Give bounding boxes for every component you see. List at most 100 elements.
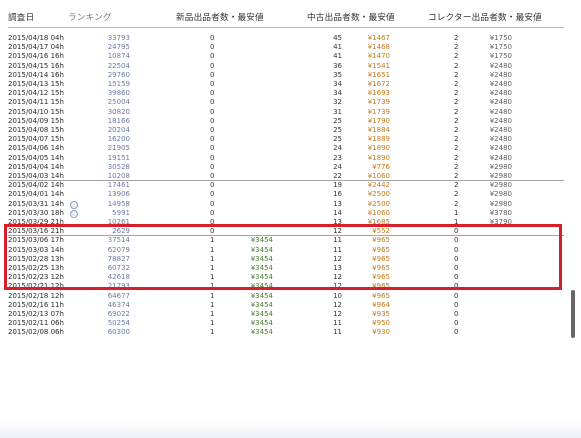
- used-sellers-count-cell: 14: [333, 208, 342, 217]
- date-cell: 2015/04/09 15h: [8, 116, 64, 125]
- date-cell: 2015/04/11 15h: [8, 98, 64, 107]
- table-row: 2015/04/14 16h 29760 0 35 ¥1651 2 ¥2480: [0, 71, 581, 80]
- ranking-cell: 10208: [107, 172, 130, 180]
- new-sellers-count-cell: 0: [210, 52, 215, 61]
- new-sellers-count-cell: 1: [210, 291, 215, 300]
- collector-lowest-price-cell: ¥2480: [489, 153, 512, 162]
- header-used-sellers[interactable]: 中古出品者数・最安値: [307, 11, 395, 23]
- new-lowest-price-cell: ¥3454: [250, 254, 273, 263]
- collector-sellers-count-cell: 2: [454, 89, 459, 98]
- ranking-cell: 78827: [107, 254, 130, 263]
- used-sellers-count-cell: 11: [333, 319, 342, 328]
- table-row: 2015/02/25 13h 60732 1 ¥3454 13 ¥965 0: [0, 264, 581, 273]
- used-lowest-price-cell: ¥1889: [367, 135, 390, 144]
- used-sellers-count-cell: 25: [333, 116, 342, 125]
- used-lowest-price-cell: ¥1541: [367, 61, 390, 70]
- used-lowest-price-cell: ¥1685: [367, 218, 390, 226]
- date-cell: 2015/02/08 06h: [8, 328, 64, 337]
- collector-sellers-count-cell: 0: [454, 254, 459, 263]
- collector-lowest-price-cell: ¥2480: [489, 144, 512, 153]
- used-sellers-count-cell: 13: [333, 218, 342, 226]
- collector-lowest-price-cell: ¥3790: [489, 218, 512, 226]
- ranking-cell: 14958: [107, 199, 130, 208]
- new-sellers-count-cell: 0: [210, 153, 215, 162]
- new-sellers-count-cell: 0: [210, 135, 215, 144]
- date-cell: 2015/02/28 13h: [8, 254, 64, 263]
- new-sellers-count-cell: 0: [210, 116, 215, 125]
- used-sellers-count-cell: 16: [333, 190, 342, 199]
- date-cell: 2015/04/01 14h: [8, 190, 64, 199]
- new-lowest-price-cell: ¥3454: [250, 282, 273, 291]
- table-row: 2015/04/08 15h 20204 0 25 ¥1884 2 ¥2480: [0, 126, 581, 135]
- used-sellers-count-cell: 12: [333, 300, 342, 309]
- table-row: 2015/04/12 15h 39860 0 34 ¥1693 2 ¥2480: [0, 89, 581, 98]
- header-date[interactable]: 調査日: [8, 11, 34, 23]
- date-cell: 2015/04/17 04h: [8, 43, 64, 52]
- collector-lowest-price-cell: ¥1750: [489, 52, 512, 61]
- table-row: 2015/04/17 04h 24795 0 41 ¥1468 2 ¥1750: [0, 43, 581, 52]
- used-sellers-count-cell: 25: [333, 126, 342, 134]
- used-sellers-count-cell: 12: [333, 227, 342, 236]
- date-cell: 2015/02/25 13h: [8, 264, 64, 272]
- collector-sellers-count-cell: 1: [454, 218, 459, 226]
- collector-sellers-count-cell: 0: [454, 264, 459, 272]
- header-collector-sellers[interactable]: コレクター出品者数・最安値: [428, 11, 542, 23]
- new-sellers-count-cell: 0: [210, 162, 215, 171]
- date-cell: 2015/03/06 17h: [8, 236, 64, 245]
- collector-lowest-price-cell: ¥1750: [489, 43, 512, 52]
- used-lowest-price-cell: ¥1651: [367, 70, 390, 79]
- collector-sellers-count-cell: 2: [454, 80, 459, 88]
- date-cell: 2015/04/14 16h: [8, 70, 64, 79]
- new-lowest-price-cell: ¥3454: [250, 273, 273, 282]
- used-sellers-count-cell: 11: [333, 236, 342, 245]
- date-cell: 2015/04/10 15h: [8, 107, 64, 116]
- header-divider: [8, 27, 564, 28]
- table-row: 2015/02/13 07h 69022 1 ¥3454 12 ¥935 0: [0, 310, 581, 319]
- table-row: 2015/04/02 14h 17461 0 19 ¥2442 2 ¥2980: [0, 181, 581, 190]
- collector-sellers-count-cell: 2: [454, 162, 459, 171]
- used-sellers-count-cell: 45: [333, 34, 342, 42]
- used-lowest-price-cell: ¥1060: [367, 208, 390, 217]
- collector-sellers-count-cell: 0: [454, 273, 459, 282]
- used-lowest-price-cell: ¥1890: [367, 144, 390, 153]
- date-cell: 2015/04/18 04h: [8, 34, 64, 42]
- scrollbar-thumb[interactable]: [571, 290, 575, 338]
- used-sellers-count-cell: 12: [333, 310, 342, 318]
- date-cell: 2015/04/07 15h: [8, 135, 64, 144]
- collector-lowest-price-cell: ¥2980: [489, 162, 512, 171]
- ranking-cell: 19151: [107, 153, 130, 162]
- ranking-cell: 30820: [107, 107, 130, 116]
- used-sellers-count-cell: 12: [333, 273, 342, 282]
- collector-lowest-price-cell: ¥2980: [489, 181, 512, 190]
- info-icon[interactable]: ⓘ: [70, 209, 78, 218]
- used-sellers-count-cell: 23: [333, 153, 342, 162]
- header-new-sellers[interactable]: 新品出品者数・最安値: [176, 11, 264, 23]
- new-lowest-price-cell: ¥3454: [250, 328, 273, 337]
- date-cell: 2015/04/12 15h: [8, 89, 64, 98]
- table-row: 2015/02/23 12h 42618 1 ¥3454 12 ¥965 0: [0, 273, 581, 282]
- header-ranking[interactable]: ランキング: [68, 11, 112, 23]
- new-sellers-count-cell: 0: [210, 80, 215, 88]
- table-row: 2015/02/11 06h 50254 1 ¥3454 11 ¥950 0: [0, 319, 581, 328]
- used-sellers-count-cell: 35: [333, 70, 342, 79]
- collector-lowest-price-cell: ¥2980: [489, 190, 512, 199]
- used-lowest-price-cell: ¥1890: [367, 153, 390, 162]
- collector-lowest-price-cell: ¥2480: [489, 126, 512, 134]
- table-row: 2015/03/06 17h 37514 1 ¥3454 11 ¥965 0: [0, 236, 581, 245]
- ranking-cell: 24795: [107, 43, 130, 52]
- used-lowest-price-cell: ¥965: [372, 254, 390, 263]
- used-sellers-count-cell: 11: [333, 328, 342, 337]
- used-sellers-count-cell: 31: [333, 107, 342, 116]
- used-lowest-price-cell: ¥1672: [367, 80, 390, 88]
- date-cell: 2015/03/31 14h: [8, 199, 64, 208]
- collector-lowest-price-cell: ¥3780: [489, 208, 512, 217]
- collector-sellers-count-cell: 0: [454, 245, 459, 254]
- used-lowest-price-cell: ¥1790: [367, 116, 390, 125]
- table-row: 2015/04/09 15h 18166 0 25 ¥1790 2 ¥2480: [0, 117, 581, 126]
- used-lowest-price-cell: ¥1470: [367, 52, 390, 61]
- used-lowest-price-cell: ¥965: [372, 273, 390, 282]
- info-icon[interactable]: ⓘ: [70, 200, 78, 209]
- new-sellers-count-cell: 1: [210, 236, 215, 245]
- ranking-cell: 20204: [107, 126, 130, 134]
- collector-sellers-count-cell: 2: [454, 190, 459, 199]
